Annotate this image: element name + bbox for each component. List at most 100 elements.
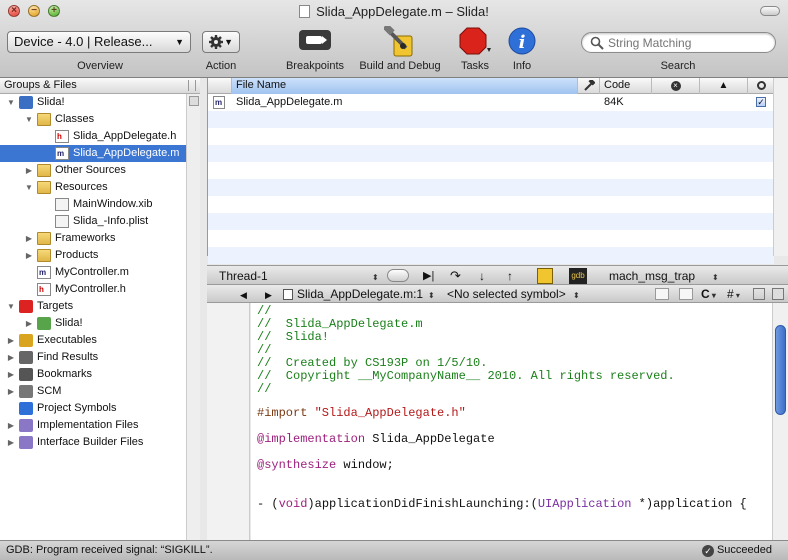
info-button[interactable]: i	[508, 27, 536, 58]
file-list-header: File Name Code × ▲	[208, 78, 774, 94]
code-token: Slida_AppDelegate	[365, 432, 495, 446]
sidebar-item[interactable]: ▶ Other Sources	[0, 162, 186, 179]
forward-arrow-icon[interactable]: ▶	[265, 287, 272, 303]
column-resize-grip[interactable]	[188, 80, 196, 91]
build-and-debug-button[interactable]	[382, 23, 418, 61]
bookmarks-menu-icon[interactable]	[655, 288, 669, 300]
sidebar-item[interactable]: ▼ Classes	[0, 111, 186, 128]
pragma-menu[interactable]: # ▾	[727, 286, 740, 304]
code-token: // Slida!	[257, 330, 330, 344]
sidebar-item[interactable]: ▶ SCM	[0, 383, 186, 400]
sidebar-item[interactable]: Slida_AppDelegate.m	[0, 145, 186, 162]
sidebar-item[interactable]: ▶ Executables	[0, 332, 186, 349]
code-line: @implementation Slida_AppDelegate	[257, 433, 495, 446]
split-view-icon[interactable]	[772, 288, 784, 300]
sidebar-item[interactable]: Slida_AppDelegate.h	[0, 128, 186, 145]
sidebar-item-label: Frameworks	[55, 232, 116, 244]
target-column-header[interactable]	[748, 78, 774, 94]
step-over-icon[interactable]: ↷	[450, 268, 461, 284]
sidebar-item[interactable]: ▶ Products	[0, 247, 186, 264]
file-history-popup[interactable]: Slida_AppDelegate.m:1	[297, 286, 423, 302]
disclosure-expanded-icon[interactable]: ▼	[24, 179, 34, 196]
code-line: - (void)applicationDidFinishLaunching:(U…	[257, 498, 747, 511]
step-into-icon[interactable]: ↓	[479, 268, 485, 284]
included-files-menu[interactable]: C ▾	[701, 286, 716, 304]
action-label: Action	[205, 60, 237, 72]
tasks-stop-button[interactable]	[458, 27, 492, 60]
sidebar-item[interactable]: Project Symbols	[0, 400, 186, 417]
breakpoints-menu-icon[interactable]	[679, 288, 693, 300]
gdb-console-icon[interactable]: gdb	[569, 268, 587, 284]
hammer-icon	[382, 23, 413, 57]
sidebar-options-icon[interactable]	[189, 96, 199, 106]
stop-sign-icon	[459, 27, 491, 55]
disclosure-expanded-icon[interactable]: ▼	[6, 298, 16, 315]
back-arrow-icon[interactable]: ◀	[240, 287, 247, 303]
sidebar-item[interactable]: ▶ Slida!	[0, 315, 186, 332]
step-out-icon[interactable]: ↑	[507, 268, 513, 284]
sidebar-item[interactable]: ▶ Bookmarks	[0, 366, 186, 383]
sidebar-item[interactable]: Slida_-Info.plist	[0, 213, 186, 230]
disclosure-collapsed-icon[interactable]: ▶	[6, 417, 16, 434]
continue-icon[interactable]: ▶|	[423, 268, 434, 284]
lock-icon[interactable]	[753, 288, 765, 300]
plist-file-icon	[55, 215, 69, 228]
sidebar-item[interactable]: MainWindow.xib	[0, 196, 186, 213]
thread-popup[interactable]: Thread-1	[219, 268, 268, 284]
symbol-popup[interactable]: <No selected symbol>	[447, 286, 566, 302]
disclosure-collapsed-icon[interactable]: ▶	[6, 332, 16, 349]
debugger-window-icon[interactable]	[537, 268, 553, 284]
target-icon	[756, 81, 766, 90]
sidebar-item[interactable]: MyController.h	[0, 281, 186, 298]
disclosure-collapsed-icon[interactable]: ▶	[6, 434, 16, 451]
disclosure-collapsed-icon[interactable]: ▶	[6, 383, 16, 400]
editor-scrollbar[interactable]	[772, 303, 788, 540]
warnings-column-header[interactable]: ▲	[700, 78, 748, 94]
file-name-column-header[interactable]: File Name	[232, 78, 578, 94]
empty-list-row	[208, 162, 774, 179]
build-column-header[interactable]	[578, 78, 600, 94]
source-file-icon	[213, 96, 225, 109]
action-menu-button[interactable]: ▼	[202, 31, 240, 53]
code-token: @synthesize	[257, 458, 337, 472]
file-list-row[interactable]: Slida_AppDelegate.m 84K ✓	[208, 94, 774, 111]
symbol-value: <No selected symbol>	[447, 287, 566, 301]
file-type-column-header[interactable]	[208, 78, 232, 94]
file-list-scrollbar[interactable]	[773, 78, 788, 256]
sidebar-item[interactable]: ▶ Implementation Files	[0, 417, 186, 434]
disclosure-collapsed-icon[interactable]: ▶	[6, 366, 16, 383]
groups-tree: ▼Slida!▼ClassesSlida_AppDelegate.hSlida_…	[0, 94, 186, 451]
disclosure-collapsed-icon[interactable]: ▶	[24, 230, 34, 247]
disclosure-collapsed-icon[interactable]: ▶	[24, 162, 34, 179]
code-editor[interactable]: //// Slida_AppDelegate.m// Slida!//// Cr…	[251, 303, 773, 540]
search-input[interactable]	[608, 35, 768, 51]
overview-popup[interactable]: Device - 4.0 | Release... ▼	[7, 31, 191, 53]
sidebar-item[interactable]: ▶ Frameworks	[0, 230, 186, 247]
sidebar-item[interactable]: ▼ Targets	[0, 298, 186, 315]
source-file-icon	[37, 266, 51, 279]
sidebar-item[interactable]: ▶ Interface Builder Files	[0, 434, 186, 451]
disclosure-expanded-icon[interactable]: ▼	[6, 94, 16, 111]
empty-list-row	[208, 145, 774, 162]
errors-column-header[interactable]: ×	[652, 78, 700, 94]
editor-scroll-thumb[interactable]	[775, 325, 786, 415]
code-column-header[interactable]: Code	[600, 78, 652, 94]
sidebar-item[interactable]: ▼ Slida!	[0, 94, 186, 111]
toolbar-toggle-button[interactable]	[760, 6, 780, 16]
code-line: #import "Slida_AppDelegate.h"	[257, 407, 466, 420]
empty-list-row	[208, 179, 774, 196]
search-field[interactable]	[581, 32, 776, 53]
target-membership-checkbox[interactable]: ✓	[756, 97, 766, 107]
stack-frame-popup[interactable]: mach_msg_trap	[609, 268, 695, 284]
sidebar-item[interactable]: MyController.m	[0, 264, 186, 281]
sidebar-item[interactable]: ▶ Find Results	[0, 349, 186, 366]
sidebar-scrollbar[interactable]	[186, 94, 200, 540]
folder-icon	[37, 113, 51, 126]
sidebar-item[interactable]: ▼ Resources	[0, 179, 186, 196]
disclosure-collapsed-icon[interactable]: ▶	[6, 349, 16, 366]
disclosure-expanded-icon[interactable]: ▼	[24, 111, 34, 128]
breakpoints-button[interactable]	[298, 28, 332, 55]
toggle-breakpoints-button[interactable]	[387, 269, 409, 282]
disclosure-collapsed-icon[interactable]: ▶	[24, 315, 34, 332]
disclosure-collapsed-icon[interactable]: ▶	[24, 247, 34, 264]
